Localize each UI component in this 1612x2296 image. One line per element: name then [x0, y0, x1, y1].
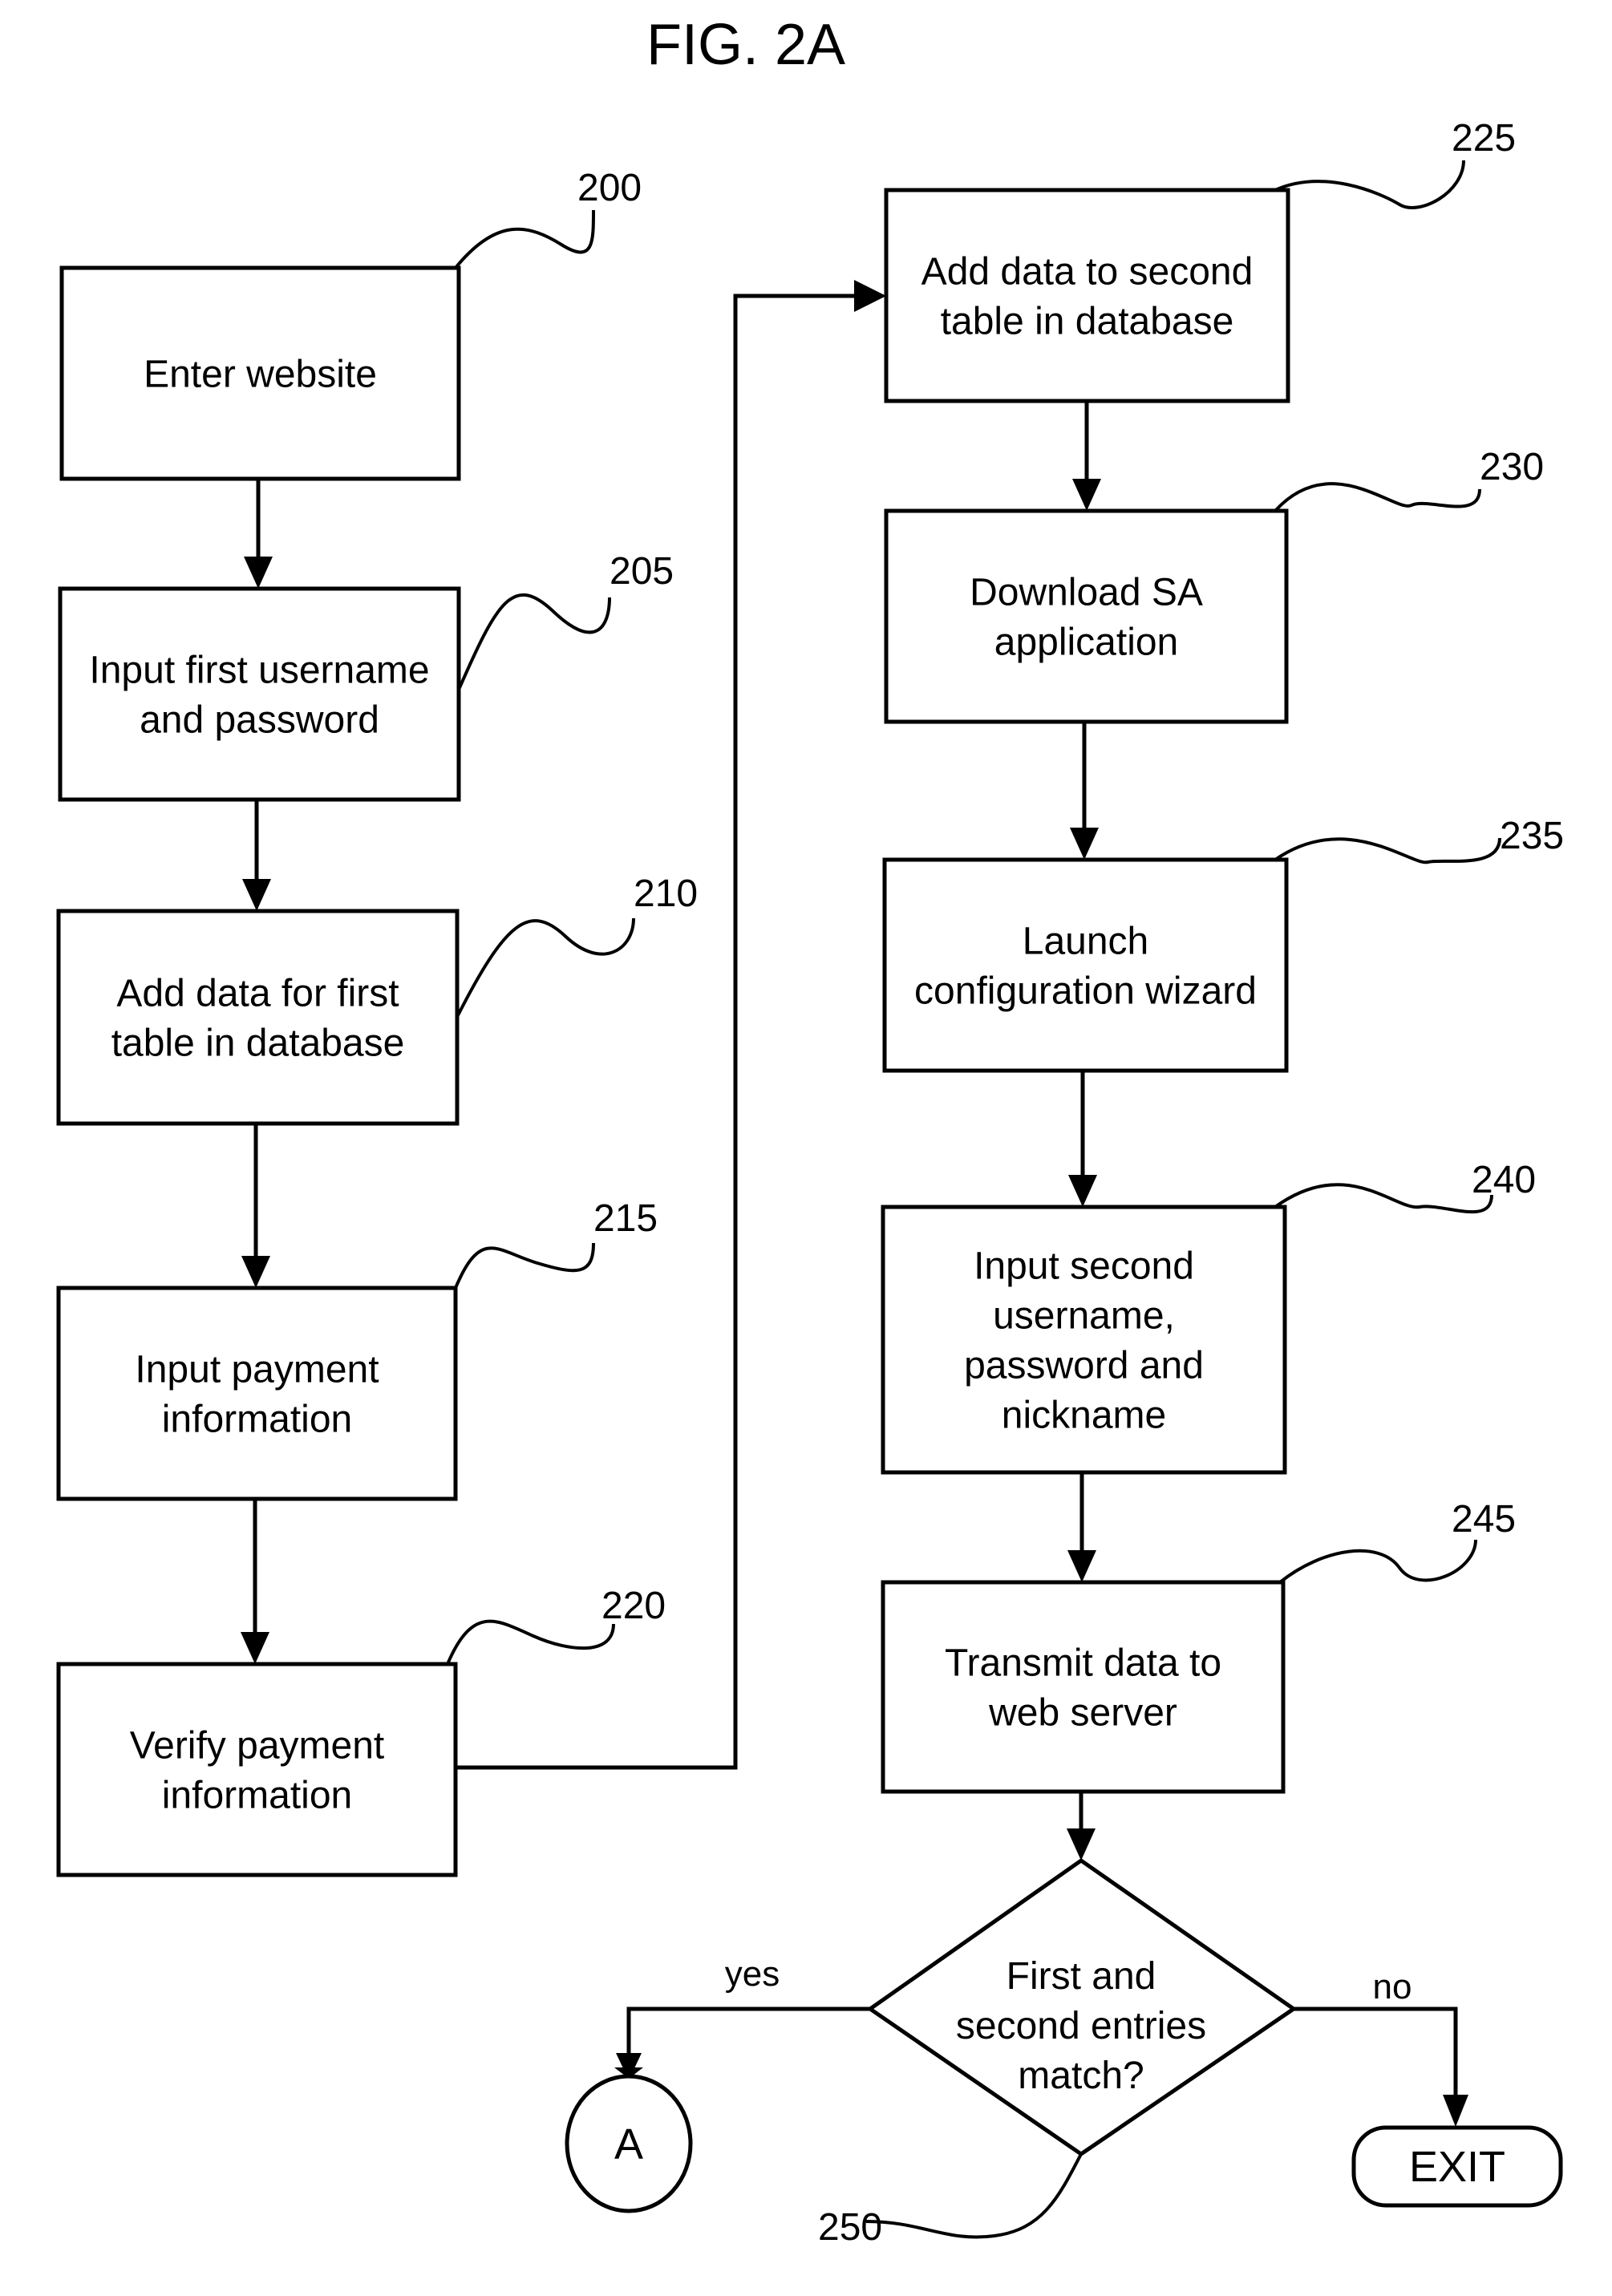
- flow-arrowhead: [1072, 479, 1101, 511]
- step-text-line: Add data to second: [921, 251, 1254, 294]
- flow-arrowhead: [241, 1632, 269, 1664]
- step-box: [882, 857, 1289, 1073]
- ref-label: 215: [593, 1197, 658, 1240]
- ref-label: 245: [1452, 1498, 1516, 1541]
- leader-line: [456, 917, 635, 1018]
- decision-line-2: second entries: [956, 2005, 1206, 2047]
- flow-arrowhead: [1067, 1550, 1096, 1582]
- step-215: Input payment information 215: [56, 1197, 658, 1501]
- ref-label: 220: [601, 1585, 666, 1627]
- decision-line-3: match?: [1018, 2055, 1144, 2097]
- step-text-line: table in database: [941, 301, 1234, 343]
- step-text-line: configuration wizard: [914, 970, 1257, 1013]
- step-text-line: username,: [993, 1295, 1175, 1338]
- flow-arrow-line-220-to-225: [456, 294, 866, 1770]
- step-box: [58, 586, 461, 802]
- step-text-line: Enter website: [144, 354, 377, 396]
- leader-line-250: [865, 2153, 1083, 2239]
- leader-line: [457, 593, 611, 690]
- leader-line: [1274, 160, 1465, 209]
- step-box: [884, 188, 1290, 403]
- flow-arrowhead: [1068, 1175, 1097, 1207]
- leader-line: [1274, 482, 1481, 512]
- figure-title: FIG. 2A: [646, 13, 845, 77]
- step-text-line: Verify payment: [130, 1725, 384, 1768]
- flow-arrowhead: [242, 879, 271, 911]
- step-text-line: application: [994, 622, 1179, 664]
- ref-label: 200: [577, 167, 642, 209]
- flow-arrowhead: [241, 1256, 270, 1288]
- step-220: Verify payment information 220: [56, 1585, 666, 1877]
- step-240: Input second username, password and nicknam…: [881, 1159, 1536, 1475]
- step-210: Add data for first table in database 210: [56, 873, 698, 1126]
- step-205: Input first username and password 205: [58, 550, 674, 802]
- leader-line: [446, 1619, 615, 1665]
- step-box: [881, 1580, 1286, 1794]
- step-text-line: information: [162, 1775, 352, 1817]
- step-text-line: nickname: [1002, 1395, 1166, 1437]
- step-text-line: password and: [964, 1345, 1204, 1387]
- step-text-line: Input first username: [89, 650, 429, 692]
- step-text-line: web server: [988, 1692, 1177, 1735]
- yes-branch-line: [626, 2006, 870, 2067]
- step-text-line: Download SA: [970, 572, 1203, 614]
- leader-line: [1274, 837, 1501, 865]
- ref-label: 230: [1480, 446, 1544, 488]
- step-225: Add data to second table in database 225: [884, 117, 1516, 403]
- yes-label: yes: [725, 1954, 780, 1994]
- step-box: [56, 1662, 458, 1877]
- ref-label: 225: [1452, 117, 1516, 160]
- step-230: Download SA application 230: [884, 446, 1544, 724]
- connector-a-label: A: [614, 2120, 643, 2168]
- step-box: [56, 909, 460, 1126]
- ref-label-250: 250: [818, 2206, 882, 2249]
- flow-arrowhead: [1067, 1828, 1096, 1861]
- step-245: Transmit data to web server 245: [881, 1498, 1516, 1794]
- decision-250: First and second entries match? 250: [818, 1857, 1298, 2249]
- no-arrowhead: [1443, 2095, 1468, 2127]
- leader-line: [454, 209, 595, 269]
- leader-line: [1278, 1539, 1477, 1584]
- flowchart-canvas: FIG. 2A Enter website 200 Input first user…: [56, 13, 1564, 2249]
- ref-label: 205: [610, 550, 674, 593]
- step-box: [884, 508, 1289, 724]
- step-text-line: Launch: [1023, 921, 1148, 963]
- ref-label: 240: [1472, 1159, 1536, 1201]
- ref-label: 235: [1500, 815, 1564, 857]
- leader-line: [454, 1242, 595, 1289]
- flow-arrowhead-225: [854, 280, 886, 312]
- flow-arrowhead: [244, 557, 273, 589]
- step-box: [56, 1286, 458, 1501]
- decision-line-1: First and: [1006, 1955, 1156, 1998]
- step-text-line: Transmit data to: [945, 1642, 1221, 1685]
- step-text-line: Input second: [974, 1245, 1194, 1288]
- step-text-line: and password: [140, 699, 379, 742]
- no-label: no: [1373, 1967, 1412, 2006]
- step-text-line: table in database: [111, 1022, 405, 1065]
- step-text-line: Add data for first: [116, 973, 399, 1015]
- leader-line: [1274, 1183, 1493, 1214]
- no-branch-line: [1294, 2006, 1458, 2101]
- flow-arrowhead: [1070, 828, 1099, 860]
- step-235: Launch configuration wizard 235: [882, 815, 1564, 1073]
- step-text-line: Input payment: [135, 1349, 379, 1391]
- ref-label: 210: [634, 873, 698, 915]
- step-200: Enter website 200: [59, 167, 642, 481]
- exit-label: EXIT: [1409, 2143, 1505, 2191]
- step-text-line: information: [162, 1399, 352, 1441]
